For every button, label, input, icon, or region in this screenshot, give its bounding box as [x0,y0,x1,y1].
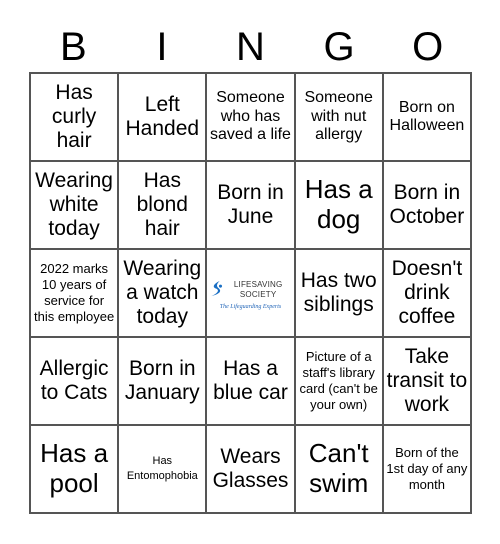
header-letter: I [156,25,168,69]
cell-text: Doesn't drink coffee [391,256,463,329]
bingo-cell[interactable]: Has two siblings [294,249,383,337]
bingo-cell[interactable]: Born in June [206,161,295,249]
bingo-cell[interactable]: Born of the 1st day of any month [382,425,471,513]
lifesaving-logo: LIFESAVING SOCIETY The Lifeguarding Exper… [209,276,291,311]
cell-text: Has curly hair [51,80,97,153]
cell-text: Has a dog [304,174,373,234]
bingo-cell[interactable]: Has blond hair [118,161,207,249]
bingo-cell[interactable]: 2022 marks 10 years of service for this … [30,249,119,337]
bingo-header: B I N G O [29,22,472,72]
cell-text: Born in January [124,356,200,404]
cell-text: Has blond hair [136,168,188,241]
swimmer-icon [211,280,223,296]
cell-text: Can't swim [308,438,369,498]
header-letter: N [236,25,265,69]
bingo-cell[interactable]: Someone with nut allergy [294,73,383,161]
cell-text: Has Entomophobia [126,454,198,482]
bingo-cell[interactable]: Someone who has saved a life [206,73,295,161]
cell-text: Picture of a staff's library card (can't… [299,348,378,413]
cell-text: Wears Glasses [212,444,289,492]
cell-text: Born of the 1st day of any month [386,444,468,493]
bingo-cell[interactable]: Has Entomophobia [118,425,207,513]
cell-text: Allergic to Cats [39,356,109,404]
bingo-cell[interactable]: Has a dog [294,161,383,249]
cell-text: 2022 marks 10 years of service for this … [33,260,115,325]
bingo-cell[interactable]: Wearing white today [30,161,119,249]
cell-text: Born in October [389,180,465,228]
bingo-cell[interactable]: Has curly hair [30,73,119,161]
bingo-cell[interactable]: Take transit to work [382,337,471,425]
cell-text: Has two siblings [300,268,377,316]
bingo-cell[interactable]: Left Handed [118,73,207,161]
bingo-cell[interactable]: Born in January [118,337,207,425]
free-space-cell[interactable]: LIFESAVING SOCIETY The Lifeguarding Exper… [206,249,295,337]
cell-text: Has a blue car [213,356,288,404]
cell-text: Wearing white today [35,168,113,241]
logo-tagline: The Lifeguarding Experts [219,303,282,310]
bingo-cell[interactable]: Wearing a watch today [118,249,207,337]
header-letter: O [412,25,444,69]
bingo-cell[interactable]: Born on Halloween [382,73,471,161]
bingo-cell[interactable]: Has a pool [30,425,119,513]
cell-text: Someone with nut allergy [304,89,373,144]
cell-text: Left Handed [125,92,200,140]
cell-text: Take transit to work [386,344,468,417]
bingo-cell[interactable]: Can't swim [294,425,383,513]
bingo-grid: Has curly hair Left Handed Someone who has… [29,72,472,514]
header-letter: B [59,25,87,69]
cell-text: Has a pool [40,438,109,498]
header-letter: G [323,25,355,69]
bingo-cell[interactable]: Allergic to Cats [30,337,119,425]
cell-text: Born on Halloween [389,98,465,134]
cell-text: Wearing a watch today [123,256,202,329]
cell-text: Born in June [217,180,284,228]
bingo-cell[interactable]: Born in October [382,161,471,249]
cell-text: Someone who has saved a life [210,89,291,144]
bingo-cell[interactable]: Wears Glasses [206,425,295,513]
bingo-cell[interactable]: Picture of a staff's library card (can't… [294,337,383,425]
bingo-cell[interactable]: Doesn't drink coffee [382,249,471,337]
logo-title: LIFESAVING SOCIETY [233,280,283,299]
bingo-cell[interactable]: Has a blue car [206,337,295,425]
